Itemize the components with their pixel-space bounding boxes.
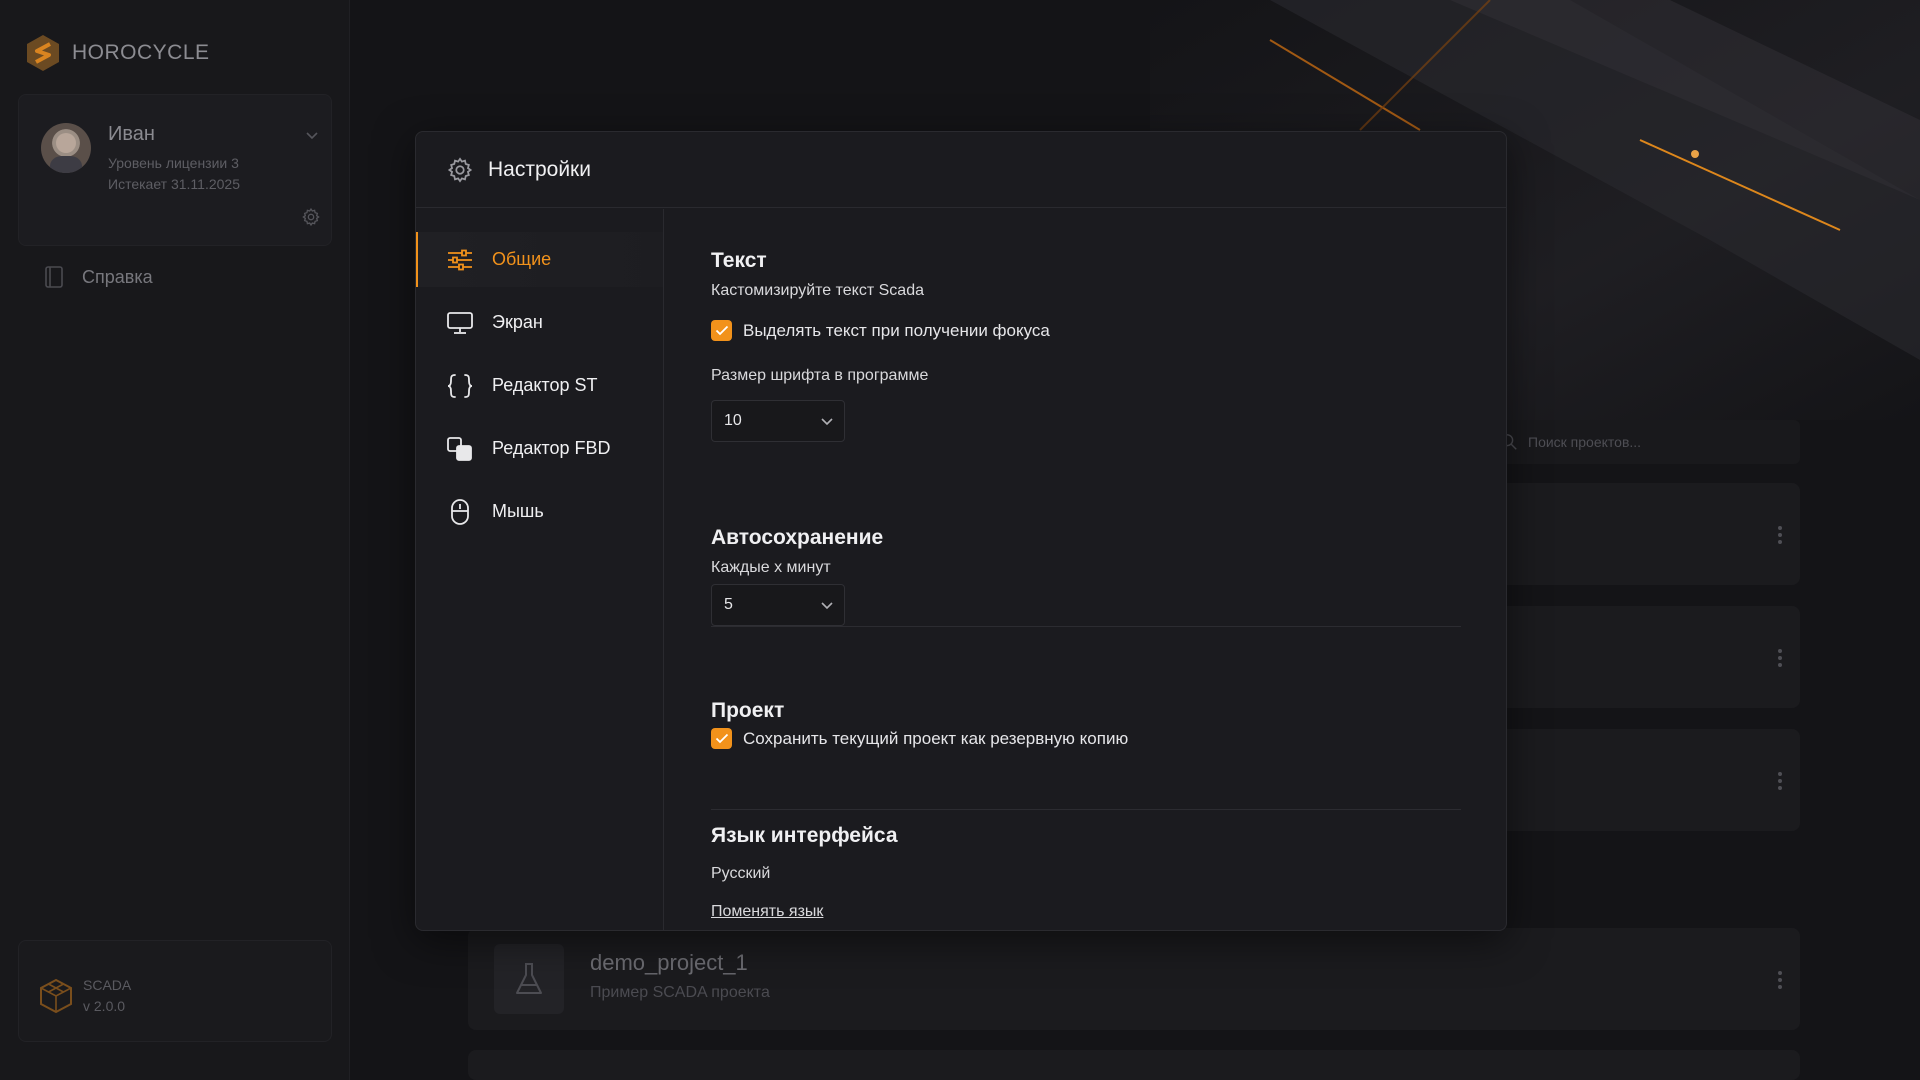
section-divider [711,809,1461,810]
mouse-icon [446,498,474,526]
app-logo[interactable]: HOROCYCLE [26,34,210,72]
more-options-icon[interactable] [1778,646,1782,670]
font-size-select[interactable]: 10 [711,400,845,442]
book-icon [45,266,63,288]
project-search-input[interactable]: Поиск проектов... [1490,420,1800,464]
settings-content: Текст Кастомизируйте текст Scada Выделят… [711,209,1461,930]
gear-icon[interactable] [301,207,321,232]
section-title-text: Текст [711,249,767,272]
blocks-icon [446,435,474,463]
tab-st-editor[interactable]: Редактор ST [416,358,663,413]
project-name: demo_project_1 [590,950,748,975]
tab-general[interactable]: Общие [416,232,663,287]
chevron-down-icon [821,418,833,426]
horocycle-logo-icon [27,35,59,71]
highlight-on-focus-label: Выделять текст при получении фокуса [743,320,1050,340]
cube-icon [40,978,72,1013]
section-title-language: Язык интерфейса [711,824,898,847]
flask-icon [494,944,564,1014]
settings-dialog: Настройки Общие Экран Редактор ST Редакт… [415,131,1507,931]
highlight-on-focus-checkbox[interactable]: Выделять текст при получении фокуса [711,320,1050,341]
tab-fbd-editor-label: Редактор FBD [492,438,611,458]
version-product: SCADA [83,977,132,993]
section-divider [711,626,1461,627]
user-name: Иван [108,123,155,145]
user-license-expiry: Истекает 31.11.2025 [108,176,240,192]
settings-nav: Общие Экран Редактор ST Редактор FBD Мыш… [416,209,664,930]
version-number: v 2.0.0 [83,998,126,1014]
gear-icon [447,156,473,183]
sidebar-item-help[interactable]: Справка [44,265,153,289]
backup-project-label: Сохранить текущий проект как резервную к… [743,728,1129,748]
autosave-interval-label: Каждые x минут [711,559,831,576]
tab-general-label: Общие [492,249,552,269]
section-subtitle-text: Кастомизируйте текст Scada [711,282,924,299]
tab-fbd-editor[interactable]: Редактор FBD [416,421,663,476]
sidebar: HOROCYCLE Иван Уровень лицензии 3 Истека… [0,0,350,1080]
settings-header: Настройки [416,132,1506,208]
monitor-icon [446,309,474,337]
app-logo-text: HOROCYCLE [72,41,210,64]
chevron-down-icon[interactable] [305,127,319,145]
autosave-interval-value: 5 [724,596,733,613]
tab-screen[interactable]: Экран [416,295,663,350]
more-options-icon[interactable] [1778,968,1782,992]
settings-title: Настройки [488,157,591,181]
tab-mouse[interactable]: Мышь [416,484,663,539]
search-placeholder: Поиск проектов... [1528,434,1642,450]
change-language-link[interactable]: Поменять язык [711,903,823,921]
backup-project-checkbox[interactable]: Сохранить текущий проект как резервную к… [711,728,1128,749]
sidebar-item-label: Справка [82,266,153,287]
user-license-level: Уровень лицензии 3 [108,155,239,171]
more-options-icon[interactable] [1778,523,1782,547]
user-card[interactable]: Иван Уровень лицензии 3 Истекает 31.11.2… [18,94,332,246]
project-row-demo[interactable]: demo_project_1 Пример SCADA проекта [468,928,1800,1030]
tab-screen-label: Экран [492,312,543,332]
section-title-autosave: Автосохранение [711,526,884,549]
checkbox-checked[interactable] [711,320,732,341]
checkbox-checked[interactable] [711,728,732,749]
tab-st-editor-label: Редактор ST [492,375,598,395]
sliders-icon [446,246,474,274]
project-row[interactable] [468,1050,1800,1080]
current-language: Русский [711,865,771,882]
section-title-project: Проект [711,699,785,722]
tab-mouse-label: Мышь [492,501,544,521]
autosave-interval-select[interactable]: 5 [711,584,845,626]
font-size-value: 10 [724,412,742,429]
project-description: Пример SCADA проекта [590,984,770,1001]
chevron-down-icon [821,602,833,610]
braces-icon [446,372,474,400]
more-options-icon[interactable] [1778,769,1782,793]
version-info: SCADA v 2.0.0 [18,940,332,1042]
font-size-label: Размер шрифта в программе [711,367,929,384]
avatar [41,123,91,173]
